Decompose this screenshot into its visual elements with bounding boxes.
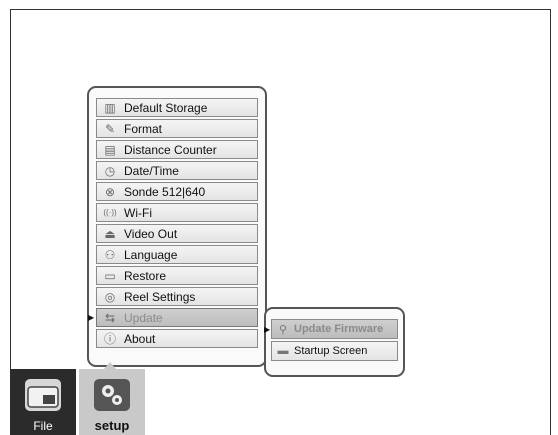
clock-icon: ◷ xyxy=(104,163,116,178)
menu-item-reel-settings[interactable]: ◎ Reel Settings xyxy=(96,287,258,306)
folder-icon xyxy=(25,379,61,411)
distance-counter-icon: ▤ xyxy=(104,142,116,157)
update-icon: ⇆ xyxy=(104,310,116,325)
gear-icon xyxy=(94,379,130,411)
folder-icon-svg xyxy=(27,386,59,408)
menu-item-label: Default Storage xyxy=(124,100,208,115)
tab-file-label: File xyxy=(33,419,53,433)
menu-item-label: Format xyxy=(124,121,163,136)
menu-item-label: Update xyxy=(124,310,163,325)
menu-item-format[interactable]: ✎ Format xyxy=(96,119,258,138)
menu-item-wifi[interactable]: ((·)) Wi-Fi xyxy=(96,203,258,222)
menu-item-update[interactable]: ▶ ⇆ Update xyxy=(88,308,258,327)
menu-item-sonde[interactable]: ⊗ Sonde 512|640 xyxy=(96,182,258,201)
tab-setup-label: setup xyxy=(94,418,130,433)
menu-item-label: Restore xyxy=(124,268,167,283)
active-tab-notch xyxy=(104,362,116,369)
menu-item-language[interactable]: ⚇ Language xyxy=(96,245,258,264)
menu-item-distance-counter[interactable]: ▤ Distance Counter xyxy=(96,140,258,159)
setup-menu: ▥ Default Storage ✎ Format ▤ Distance Co… xyxy=(87,86,267,367)
menu-item-video-out[interactable]: ⏏ Video Out xyxy=(96,224,258,243)
reel-icon: ◎ xyxy=(104,289,116,304)
selection-pointer-icon: ▶ xyxy=(88,313,95,322)
menu-item-label: Sonde 512|640 xyxy=(124,184,206,199)
submenu-item-update-firmware[interactable]: ▶ ⚲ Update Firmware xyxy=(264,319,398,339)
submenu-item-label: Startup Screen xyxy=(294,345,368,357)
menu-item-label: Distance Counter xyxy=(124,142,217,157)
menu-item-restore[interactable]: ▭ Restore xyxy=(96,266,258,285)
wifi-icon: ((·)) xyxy=(103,208,117,217)
sonde-icon: ⊗ xyxy=(104,184,116,199)
format-icon: ✎ xyxy=(104,121,116,136)
menu-item-label: Language xyxy=(124,247,178,262)
submenu-item-startup-screen[interactable]: ▬ Startup Screen xyxy=(271,341,398,361)
menu-item-label: Video Out xyxy=(124,226,178,241)
video-out-icon: ⏏ xyxy=(104,226,116,241)
menu-item-about[interactable]: ⓘ About xyxy=(96,329,258,348)
bottom-tab-bar: File setup xyxy=(10,369,148,435)
firmware-icon: ⚲ xyxy=(278,323,288,336)
menu-item-date-time[interactable]: ◷ Date/Time xyxy=(96,161,258,180)
menu-item-label: Date/Time xyxy=(124,163,179,178)
info-icon: ⓘ xyxy=(103,332,116,346)
storage-icon: ▥ xyxy=(104,100,116,115)
menu-item-default-storage[interactable]: ▥ Default Storage xyxy=(96,98,258,117)
startup-screen-icon: ▬ xyxy=(277,345,289,357)
menu-item-label: Wi-Fi xyxy=(124,205,152,220)
menu-item-label: Reel Settings xyxy=(124,289,196,304)
menu-item-label: About xyxy=(124,331,156,346)
language-icon: ⚇ xyxy=(104,247,116,262)
tab-file[interactable]: File xyxy=(10,369,76,435)
tab-setup[interactable]: setup xyxy=(79,369,145,435)
update-submenu: ▶ ⚲ Update Firmware ▬ Startup Screen xyxy=(264,307,405,377)
selection-pointer-icon: ▶ xyxy=(264,325,271,334)
restore-icon: ▭ xyxy=(104,268,116,283)
gear-icon-svg xyxy=(102,385,122,405)
submenu-item-label: Update Firmware xyxy=(294,323,384,335)
